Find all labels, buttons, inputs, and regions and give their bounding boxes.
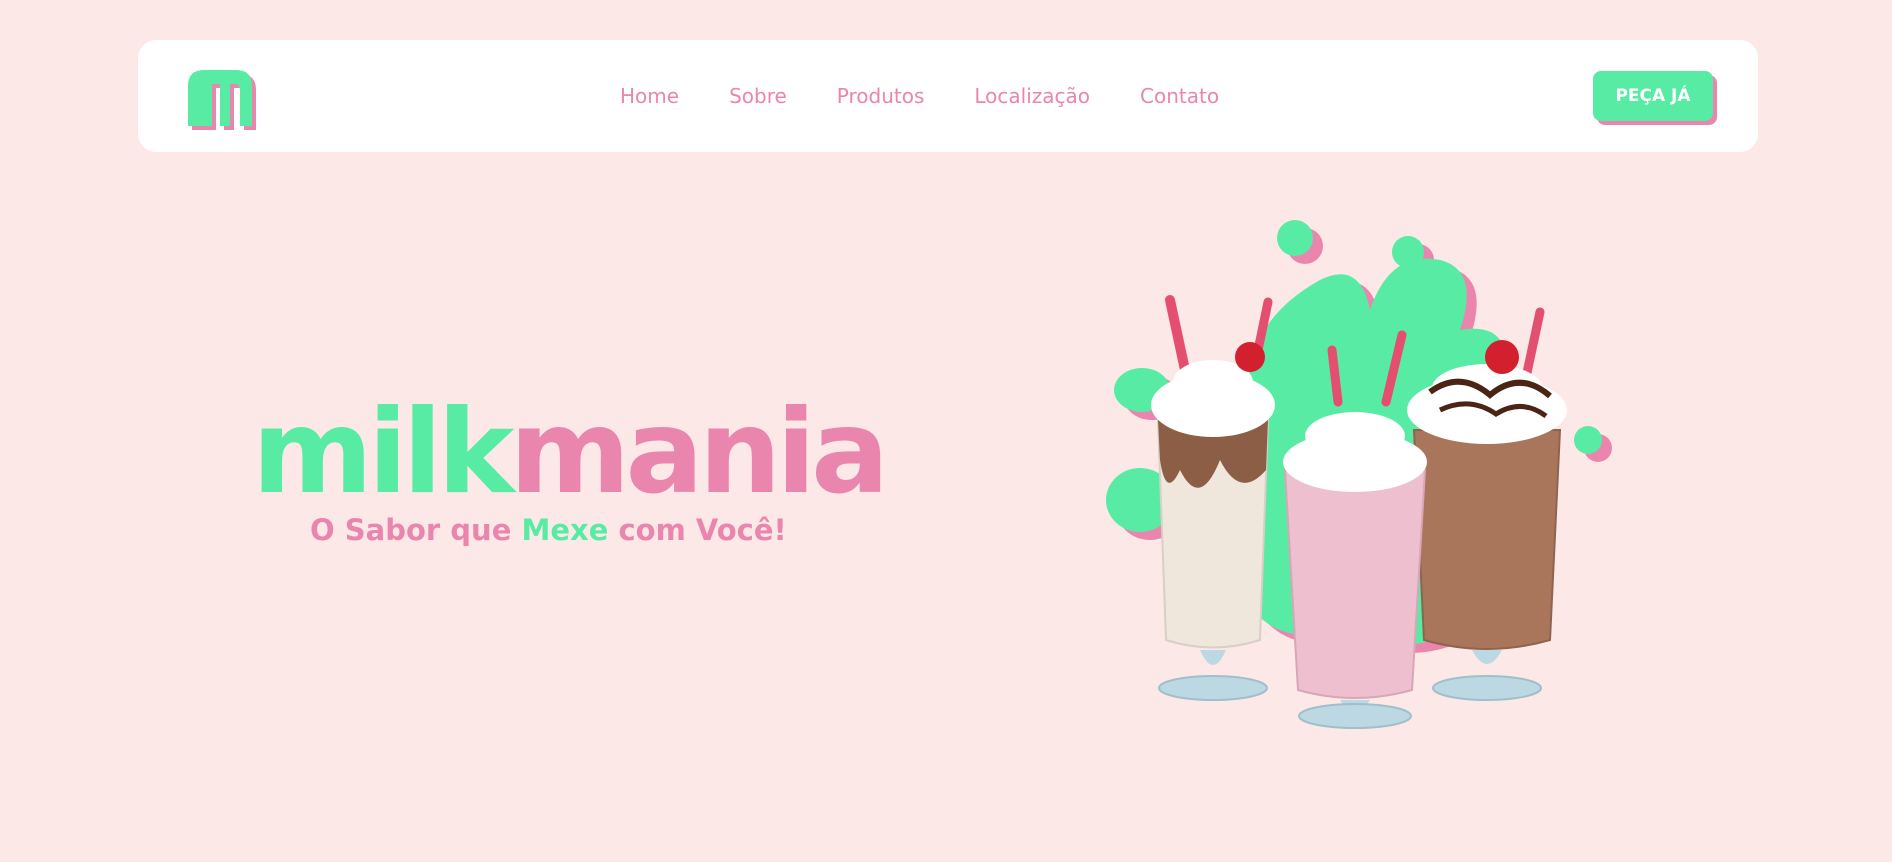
tagline-end: com Você! (608, 513, 787, 547)
order-now-button[interactable]: PEÇA JÁ (1593, 71, 1713, 121)
tagline-start: O Sabor que (310, 513, 522, 547)
main-navigation: Home Sobre Produtos Localização Contato (620, 40, 1219, 152)
hero-tagline: O Sabor que Mexe com Você! (310, 513, 842, 547)
tagline-highlight: Mexe (521, 513, 609, 547)
milkmania-logo-icon[interactable] (182, 60, 258, 130)
navbar: Home Sobre Produtos Localização Contato … (138, 40, 1758, 152)
milkshakes-illustration-icon (1100, 210, 1640, 730)
brand-title: milkmania (252, 395, 889, 511)
nav-link-produtos[interactable]: Produtos (837, 84, 925, 108)
brand-title-milk: milk (252, 385, 515, 520)
brand-title-mania: mania (509, 385, 890, 520)
nav-link-localizacao[interactable]: Localização (974, 84, 1090, 108)
nav-link-sobre[interactable]: Sobre (729, 84, 787, 108)
nav-link-contato[interactable]: Contato (1140, 84, 1219, 108)
hero-section: milkmania O Sabor que Mexe com Você! (252, 395, 889, 548)
nav-link-home[interactable]: Home (620, 84, 679, 108)
